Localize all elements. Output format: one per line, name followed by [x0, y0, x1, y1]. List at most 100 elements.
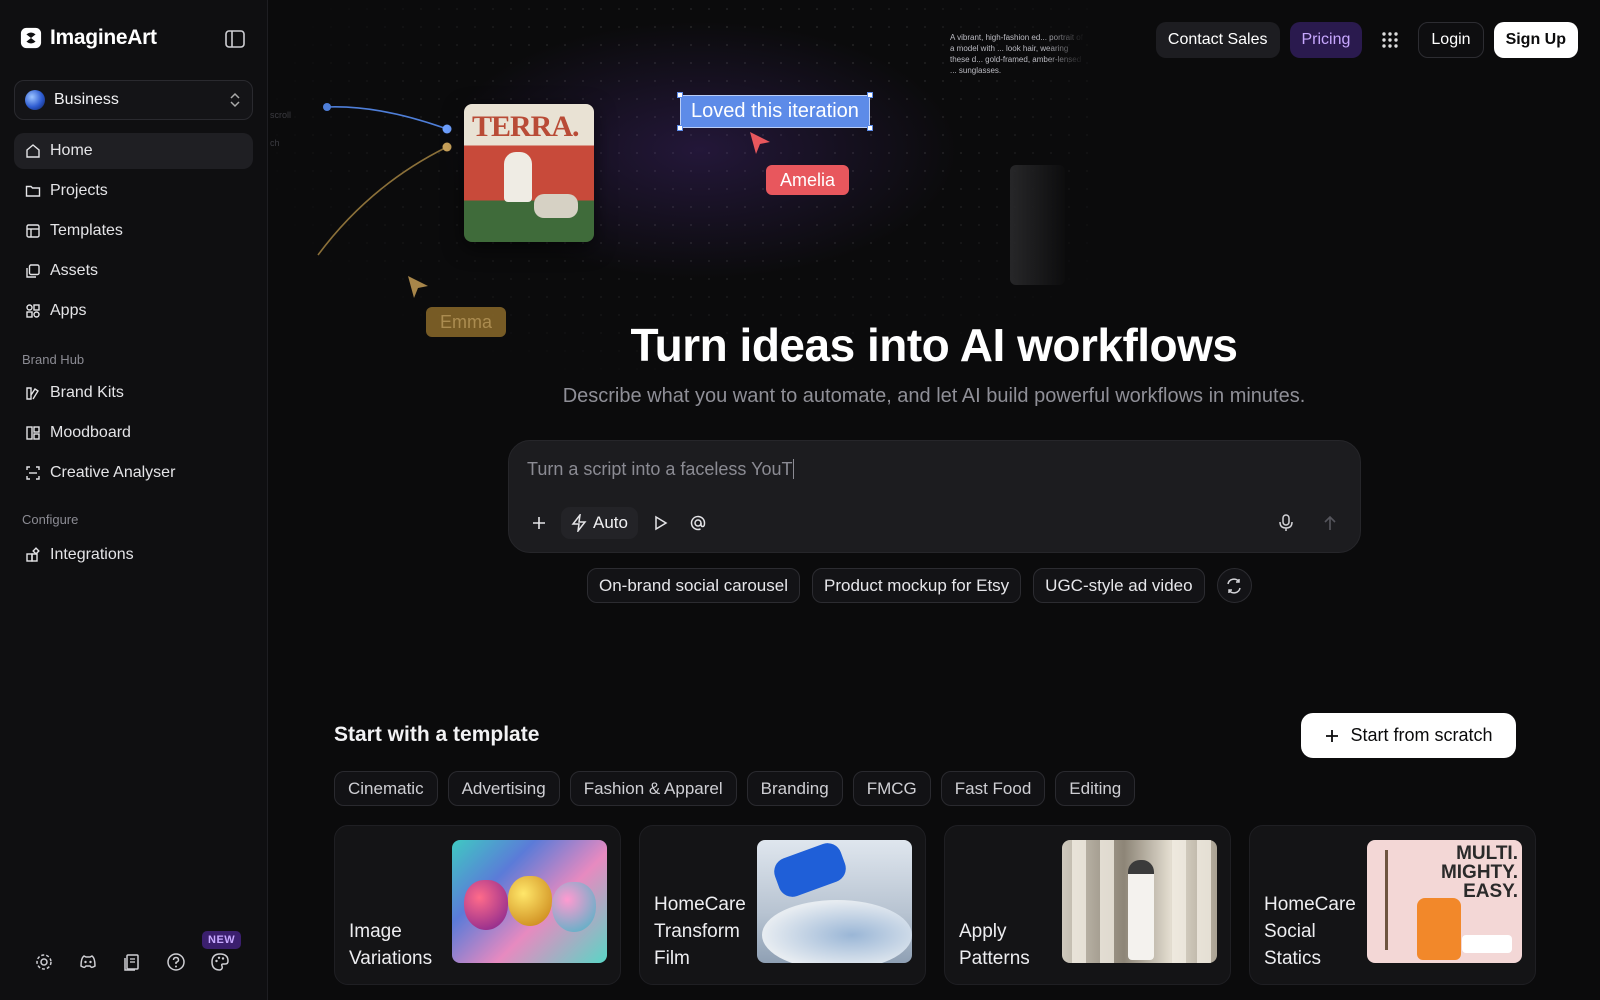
resize-handle[interactable]: [867, 125, 873, 131]
cotton-stem-shape: [1385, 850, 1388, 950]
pricing-button[interactable]: Pricing: [1289, 22, 1363, 58]
resize-handle[interactable]: [677, 125, 683, 131]
configure-nav: Integrations: [14, 537, 253, 577]
magazine-image-node[interactable]: TERRA.: [464, 104, 594, 242]
voice-input-button[interactable]: [1270, 507, 1302, 539]
mode-selector[interactable]: Auto: [561, 507, 638, 539]
grid-icon: [1382, 32, 1399, 48]
nav-item-projects[interactable]: Projects: [14, 173, 253, 209]
template-card[interactable]: Image Variations: [334, 825, 621, 985]
template-card[interactable]: HomeCare Transform Film: [639, 825, 926, 985]
suggestion-chip[interactable]: Product mockup for Etsy: [811, 568, 1022, 603]
integrations-icon: [26, 547, 40, 562]
home-icon: [26, 144, 40, 158]
send-button[interactable]: [1314, 507, 1346, 539]
nav-label: Moodboard: [50, 424, 131, 441]
category-chip[interactable]: Branding: [746, 771, 843, 806]
nav-label: Templates: [50, 222, 123, 239]
category-chip[interactable]: FMCG: [852, 771, 931, 806]
nav-item-assets[interactable]: Assets: [14, 253, 253, 289]
workflow-connectors: [317, 103, 452, 256]
text-caret: [793, 459, 795, 479]
app-grid-button[interactable]: [1372, 22, 1408, 58]
help-icon[interactable]: [166, 952, 186, 972]
template-card[interactable]: Apply Patterns: [944, 825, 1231, 985]
spray-bottle-shape: [1417, 898, 1461, 960]
start-from-scratch-button[interactable]: Start from scratch: [1301, 713, 1516, 758]
prompt-input[interactable]: Turn a script into a faceless YouT: [527, 459, 795, 480]
template-card[interactable]: HomeCare Social Statics MULTI. MIGHTY. EAS…: [1249, 825, 1536, 985]
category-chip[interactable]: Fast Food: [940, 771, 1046, 806]
nav-item-brand-kits[interactable]: Brand Kits: [14, 375, 253, 411]
section-label-configure: Configure: [22, 512, 79, 527]
add-attachment-button[interactable]: [523, 507, 555, 539]
nav-label: Creative Analyser: [50, 464, 176, 481]
login-button[interactable]: Login: [1418, 22, 1484, 58]
scratch-label: Start from scratch: [1350, 725, 1493, 745]
nav-item-creative-analyser[interactable]: Creative Analyser: [14, 455, 253, 491]
nav-item-integrations[interactable]: Integrations: [14, 537, 253, 573]
mention-button[interactable]: [682, 507, 714, 539]
brand[interactable]: ImagineArt: [20, 26, 157, 50]
prompt-toolbar: Auto: [523, 507, 714, 539]
suggestion-chips: On-brand social carousel Product mockup …: [587, 568, 1252, 603]
connector-node: [442, 124, 452, 134]
brand-hub-nav: Brand Kits Moodboard Creative Analyser: [14, 375, 253, 495]
mode-label: Auto: [593, 513, 628, 532]
workspace-switcher[interactable]: Business: [14, 80, 253, 120]
signup-button[interactable]: Sign Up: [1493, 22, 1578, 58]
refresh-icon: [1227, 577, 1241, 594]
nav-label: Apps: [50, 302, 87, 319]
prompt-actions: [1270, 507, 1346, 539]
column-shape: [1172, 840, 1186, 963]
resize-handle[interactable]: [677, 92, 683, 98]
refresh-suggestions-button[interactable]: [1216, 568, 1252, 603]
product-tagline: MULTI. MIGHTY. EASY.: [1440, 843, 1518, 902]
contact-sales-button[interactable]: Contact Sales: [1155, 22, 1280, 58]
hero-subtitle: Describe what you want to automate, and …: [562, 385, 1306, 407]
discord-icon[interactable]: [78, 952, 98, 972]
logo-icon: [20, 27, 42, 49]
suggestion-chip[interactable]: UGC-style ad video: [1033, 568, 1205, 603]
nav-item-apps[interactable]: Apps: [14, 293, 253, 329]
moodboard-icon: [26, 426, 40, 440]
category-chip[interactable]: Editing: [1055, 771, 1136, 806]
category-chip[interactable]: Fashion & Apparel: [569, 771, 737, 806]
brand-kit-icon: [26, 387, 39, 400]
connector-node: [323, 103, 331, 111]
palette-icon[interactable]: [210, 952, 230, 972]
run-button[interactable]: [644, 507, 676, 539]
brand-name: ImagineArt: [50, 26, 157, 49]
template-thumbnail: [757, 840, 912, 963]
magazine-title: TERRA.: [472, 110, 580, 143]
selected-text-node[interactable]: Loved this iteration: [677, 92, 873, 131]
strawberry-shape: [508, 876, 552, 926]
plus-icon: [533, 517, 545, 529]
category-chip[interactable]: Cinematic: [334, 771, 438, 806]
nav-label: Assets: [50, 262, 99, 279]
resize-handle[interactable]: [867, 92, 873, 98]
nav-item-moodboard[interactable]: Moodboard: [14, 415, 253, 451]
nav-item-home[interactable]: Home: [14, 133, 253, 169]
nav-item-templates[interactable]: Templates: [14, 213, 253, 249]
plus-icon: [1326, 729, 1339, 742]
template-card-label: Image Variations: [349, 921, 433, 969]
settings-icon[interactable]: [34, 952, 54, 972]
faded-node-text: scroll ch: [270, 110, 292, 148]
docs-icon[interactable]: [122, 952, 142, 972]
chevron-updown-icon: [230, 92, 240, 108]
sidebar-toggle-icon[interactable]: [225, 30, 245, 48]
sidebar: ImagineArt Business Home Projects Templa…: [0, 0, 268, 1000]
strawberry-shape: [552, 882, 596, 932]
bottle-shape: [770, 840, 850, 901]
assets-icon: [26, 264, 40, 278]
suggestion-chip[interactable]: On-brand social carousel: [587, 568, 800, 603]
dish-shape: [1462, 935, 1512, 953]
scan-icon: [26, 466, 40, 480]
app-root: ImagineArt Business Home Projects Templa…: [0, 0, 1600, 1000]
column-shape: [1100, 840, 1114, 963]
column-shape: [1197, 840, 1211, 963]
template-category-filters: Cinematic Advertising Fashion & Apparel …: [334, 771, 1136, 806]
category-chip[interactable]: Advertising: [447, 771, 560, 806]
collaborator-tag-amelia: Amelia: [766, 165, 850, 195]
